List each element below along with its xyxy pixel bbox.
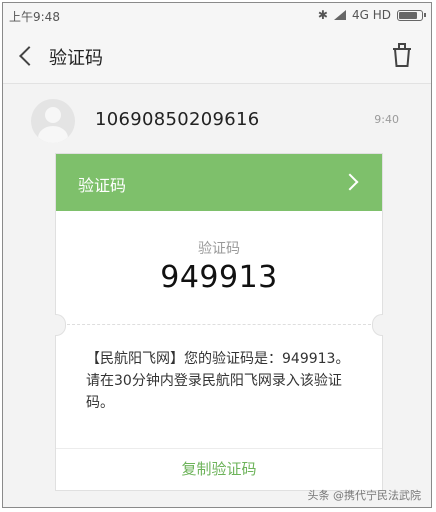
network-label: 4G HD xyxy=(351,8,391,22)
status-indicators: ✱ 4G HD xyxy=(317,8,426,22)
bluetooth-icon: ✱ xyxy=(317,8,328,22)
trash-icon xyxy=(393,43,411,67)
code-caption: 验证码 xyxy=(198,241,240,257)
ticket-notch-left xyxy=(55,314,66,336)
chevron-left-icon xyxy=(19,46,39,66)
phone-screen: 上午9:48 ✱ 4G HD 验证码 10690850209616 9:40 验… xyxy=(2,2,432,508)
back-button[interactable] xyxy=(13,41,41,69)
battery-icon xyxy=(397,9,426,21)
status-bar: 上午9:48 ✱ 4G HD xyxy=(3,3,431,29)
chevron-right-icon xyxy=(341,173,359,191)
sender-number: 10690850209616 xyxy=(95,109,260,130)
copy-code-button[interactable]: 复制验证码 xyxy=(56,449,382,491)
delete-button[interactable] xyxy=(389,41,415,69)
perforation-divider xyxy=(62,324,376,325)
card-header-label: 验证码 xyxy=(78,176,127,195)
watermark: 头条 @携代宁民法武院 xyxy=(307,489,422,502)
status-time: 上午9:48 xyxy=(9,10,60,24)
signal-icon xyxy=(333,10,346,20)
page-title: 验证码 xyxy=(49,48,103,69)
verification-code: 949913 xyxy=(160,260,278,295)
ticket-notch-right xyxy=(372,314,383,336)
verification-card: 验证码 验证码 949913 【民航阳飞网】您的验证码是：949913。请在30… xyxy=(55,153,383,491)
app-header: 验证码 xyxy=(3,29,431,84)
avatar[interactable] xyxy=(31,99,75,143)
message-time: 9:40 xyxy=(374,113,399,126)
card-header[interactable]: 验证码 xyxy=(56,154,382,211)
person-icon xyxy=(45,107,61,123)
message-body: 【民航阳飞网】您的验证码是：949913。请在30分钟内登录民航阳飞网录入该验证… xyxy=(86,351,350,411)
